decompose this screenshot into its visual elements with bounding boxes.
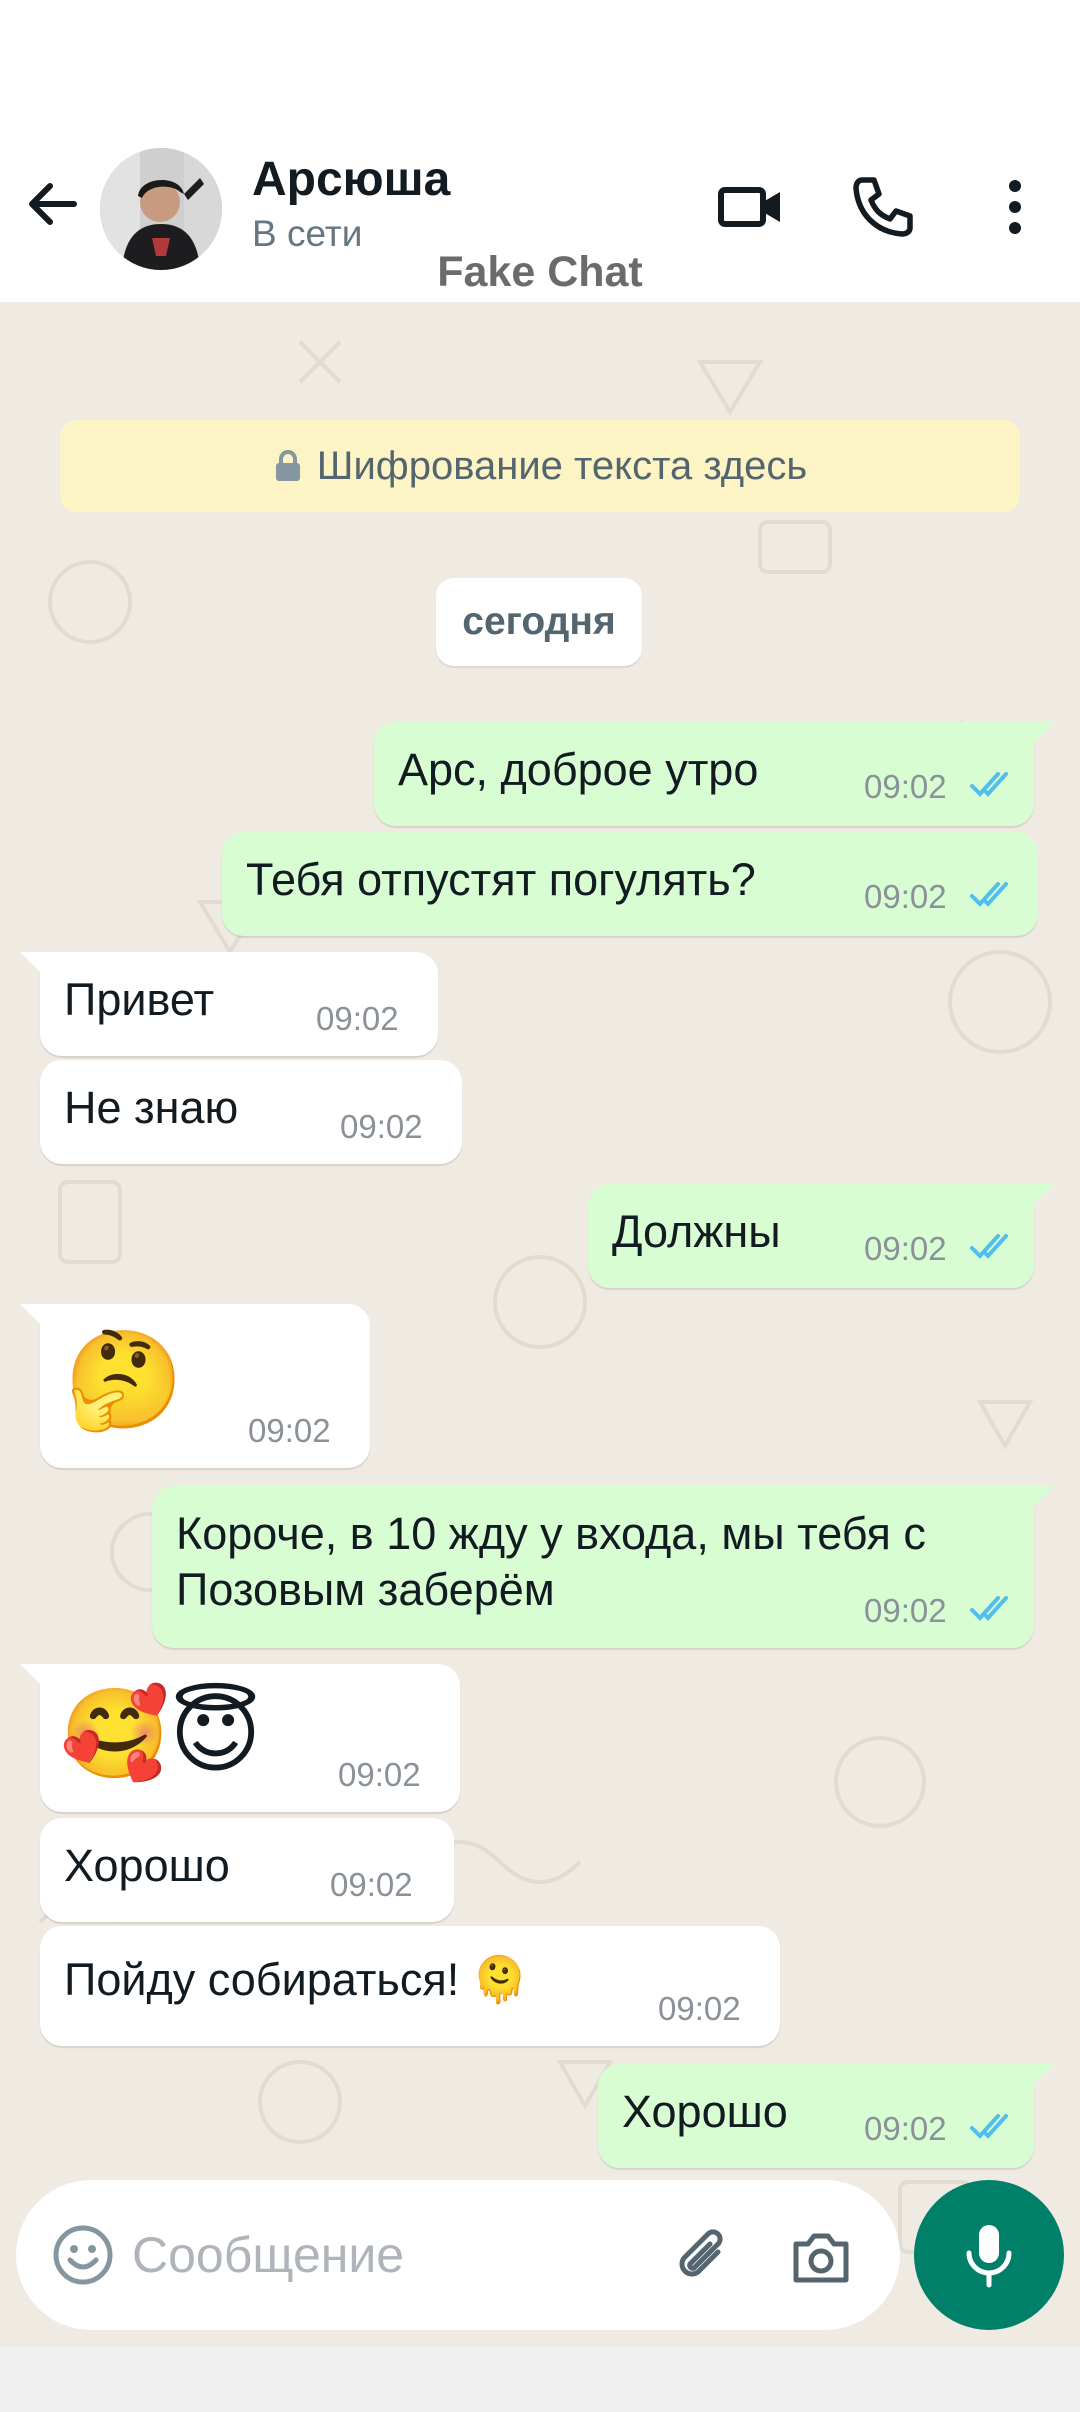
message-text-line2: Позовым заберём <box>176 1564 555 1615</box>
message-bubble-incoming[interactable]: Пойду собираться! 🫠 09:02 <box>40 1926 780 2046</box>
message-time: 09:02 <box>864 878 947 915</box>
read-receipt-icon <box>970 772 1008 797</box>
message-bubble-outgoing[interactable]: Арс, доброе утро 09:02 <box>374 722 1054 826</box>
message-time: 09:02 <box>864 2110 947 2147</box>
system-navigation-bar <box>0 2347 1080 2412</box>
attach-icon[interactable] <box>670 2222 738 2290</box>
message-time: 09:02 <box>658 1990 741 2027</box>
message-text: Короче, в 10 жду у входа, мы тебя с <box>176 1508 926 1559</box>
message-bubble-outgoing[interactable]: Должны 09:02 <box>588 1184 1054 1288</box>
message-time: 09:02 <box>338 1756 421 1793</box>
lock-icon <box>275 450 300 481</box>
read-receipt-icon <box>970 882 1008 907</box>
message-emoji: 🥰😇 <box>60 1684 262 1783</box>
message-time: 09:02 <box>330 1866 413 1903</box>
message-time: 09:02 <box>316 1000 399 1037</box>
mic-icon <box>966 2225 1012 2288</box>
message-time: 09:02 <box>864 1592 947 1629</box>
message-text: Хорошо <box>64 1840 230 1891</box>
message-text: Хорошо <box>622 2086 788 2137</box>
message-bubble-incoming[interactable]: 🤔 09:02 <box>20 1304 370 1468</box>
message-bubble-outgoing[interactable]: Тебя отпустят погулять? 09:02 <box>222 832 1038 936</box>
message-bubble-incoming[interactable]: Не знаю 09:02 <box>40 1060 462 1164</box>
message-emoji: 🤔 <box>64 1327 184 1434</box>
message-text: Пойду собираться! 🫠 <box>64 1954 528 2005</box>
message-text: Тебя отпустят погулять? <box>246 854 756 905</box>
message-time: 09:02 <box>340 1108 423 1145</box>
read-receipt-icon <box>970 1234 1008 1259</box>
contact-name[interactable]: Арсюша <box>252 152 450 207</box>
emoji-icon[interactable] <box>50 2222 116 2288</box>
camera-icon[interactable] <box>788 2224 854 2290</box>
message-bubble-outgoing[interactable]: Хорошо 09:02 <box>598 2064 1054 2168</box>
message-bubble-incoming[interactable]: 🥰😇 09:02 <box>20 1664 460 1812</box>
message-text: Не знаю <box>64 1082 239 1133</box>
back-arrow-icon[interactable] <box>20 172 84 236</box>
message-time: 09:02 <box>248 1412 331 1449</box>
encryption-banner[interactable]: Шифрование текста здесь <box>60 420 1020 512</box>
read-receipt-icon <box>970 1596 1008 1621</box>
message-bubble-outgoing[interactable]: Короче, в 10 жду у входа, мы тебя с Позо… <box>152 1486 1054 1648</box>
more-options-icon[interactable] <box>978 170 1052 244</box>
message-composer <box>16 2180 900 2330</box>
voice-call-icon[interactable] <box>846 170 920 244</box>
watermark-label: Fake Chat <box>437 248 643 296</box>
chat-header: Арсюша В сети Fake Chat <box>0 0 1080 302</box>
message-text: Привет <box>64 974 215 1025</box>
date-separator: сегодня <box>436 578 642 666</box>
message-bubble-incoming[interactable]: Хорошо 09:02 <box>40 1818 454 1922</box>
chat-area[interactable]: Шифрование текста здесь сегодня Арс, доб… <box>0 302 1080 2347</box>
message-time: 09:02 <box>864 768 947 805</box>
read-receipt-icon <box>970 2114 1008 2139</box>
message-input[interactable] <box>132 2218 672 2292</box>
voice-record-button[interactable] <box>914 2180 1064 2330</box>
message-bubble-incoming[interactable]: Привет 09:02 <box>20 952 438 1056</box>
message-time: 09:02 <box>864 1230 947 1267</box>
video-call-icon[interactable] <box>714 170 788 244</box>
encryption-notice-text: Шифрование текста здесь <box>316 443 808 488</box>
message-text: Должны <box>612 1206 781 1257</box>
message-text: Арс, доброе утро <box>398 744 759 795</box>
